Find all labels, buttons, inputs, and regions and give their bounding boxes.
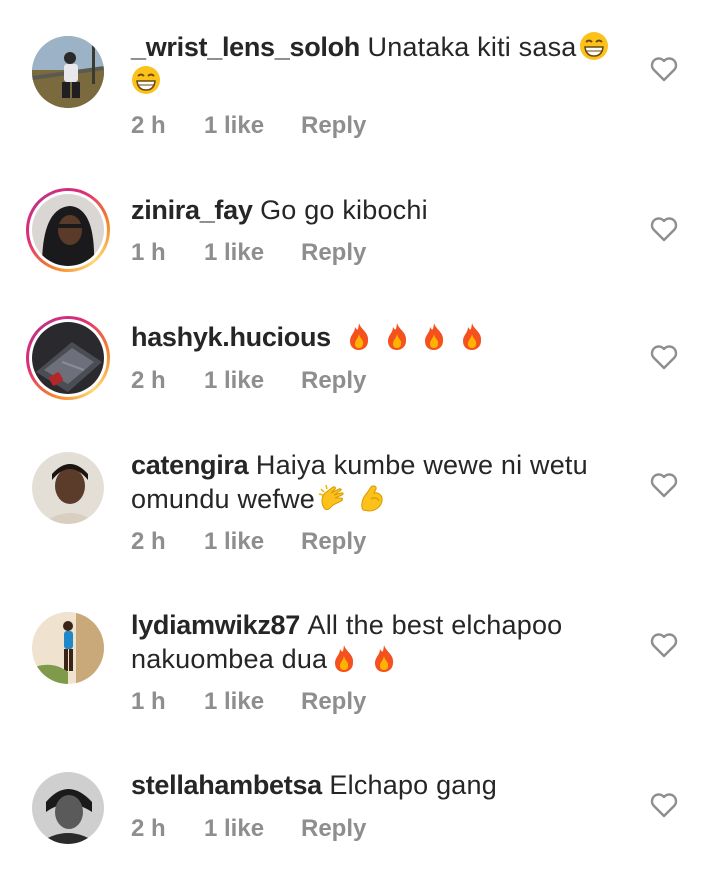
comment-likes-count[interactable]: 1 like [204,239,301,267]
avatar [32,36,104,108]
fire-emoji [369,643,399,673]
avatar [32,194,104,266]
heart-outline-icon[interactable] [650,632,678,658]
comment-likes-count[interactable]: 1 like [204,112,301,140]
avatar [32,612,104,684]
comment-timestamp: 1 h [131,239,166,266]
avatar [32,322,104,394]
comment-text: _wrist_lens_soloh Unataka kiti sasa [131,30,631,98]
comment-text: hashyk.hucious [131,320,631,354]
reply-button[interactable]: Reply [301,688,366,716]
comment-meta: 1 h 1 like Reply [131,688,366,716]
comment-text: stellahambetsa Elchapo gang [131,768,631,802]
comment-username[interactable]: catengira [131,450,249,480]
reply-button[interactable]: Reply [301,367,366,395]
comment-timestamp: 2 h [131,815,166,842]
comment-body: Unataka kiti sasa [367,32,577,62]
heart-outline-icon[interactable] [650,216,678,242]
comment-username[interactable]: stellahambetsa [131,770,322,800]
fire-emoji [382,321,412,351]
clap-emoji [317,483,347,513]
comment-likes-count[interactable]: 1 like [204,688,301,716]
comment-text: zinira_fay Go go kibochi [131,193,631,227]
story-ring [29,191,107,269]
comment-timestamp: 2 h [131,367,166,394]
comment-timestamp: 1 h [131,688,166,715]
avatar [32,452,104,524]
grin-emoji [579,31,609,61]
fire-emoji [329,643,359,673]
comment-body: Go go kibochi [260,195,428,225]
heart-outline-icon[interactable] [650,56,678,82]
reply-button[interactable]: Reply [301,815,366,843]
reply-button[interactable]: Reply [301,528,366,556]
story-ring [29,319,107,397]
heart-outline-icon[interactable] [650,792,678,818]
comment-timestamp: 2 h [131,528,166,555]
comment-meta: 2 h 1 like Reply [131,112,366,140]
comment-body: Elchapo gang [329,770,497,800]
comment-text: lydiamwikz87 All the best elchapoo nakuo… [131,608,631,676]
fire-emoji [419,321,449,351]
comment-text: catengira Haiya kumbe wewe ni wetu omund… [131,448,631,516]
reply-button[interactable]: Reply [301,112,366,140]
heart-outline-icon[interactable] [650,344,678,370]
heart-outline-icon[interactable] [650,472,678,498]
comment-meta: 1 h 1 like Reply [131,239,366,267]
reply-button[interactable]: Reply [301,239,366,267]
comment-username[interactable]: lydiamwikz87 [131,610,300,640]
avatar-button[interactable] [26,188,110,272]
avatar-button[interactable] [26,316,110,400]
comment-timestamp: 2 h [131,112,166,139]
comment-meta: 2 h 1 like Reply [131,367,366,395]
comment-username[interactable]: hashyk.hucious [131,322,331,352]
comment-meta: 2 h 1 like Reply [131,815,366,843]
comment-username[interactable]: zinira_fay [131,195,253,225]
flexed-biceps-emoji [357,483,387,513]
fire-emoji [344,321,374,351]
comment-username[interactable]: _wrist_lens_soloh [131,32,360,62]
comment-meta: 2 h 1 like Reply [131,528,366,556]
avatar-button[interactable] [32,772,104,844]
avatar-button[interactable] [32,36,104,108]
avatar-button[interactable] [32,612,104,684]
avatar [32,772,104,844]
avatar-button[interactable] [32,452,104,524]
grin-emoji [131,65,161,95]
comment-likes-count[interactable]: 1 like [204,815,301,843]
comment-likes-count[interactable]: 1 like [204,528,301,556]
comment-likes-count[interactable]: 1 like [204,367,301,395]
fire-emoji [457,321,487,351]
